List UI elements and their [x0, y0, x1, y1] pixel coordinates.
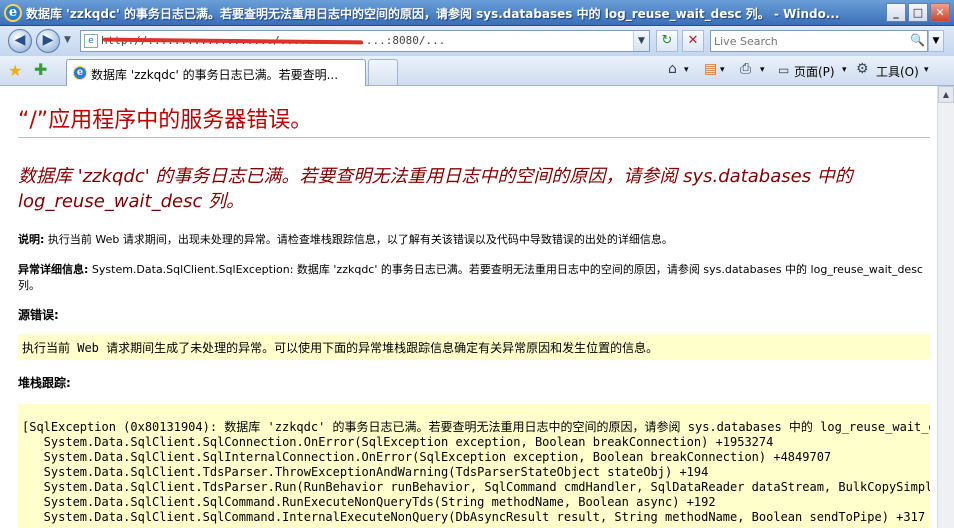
source-error-text: 执行当前 Web 请求期间生成了未处理的异常。可以使用下面的异常堆栈跟踪信息确定…: [22, 341, 659, 355]
title-divider: [18, 137, 930, 138]
close-window-button[interactable]: ✕: [930, 3, 950, 22]
stack-trace-label: 堆栈跟踪:: [18, 376, 71, 390]
forward-button[interactable]: ▶: [36, 29, 60, 53]
feeds-dropdown[interactable]: ▾: [720, 65, 725, 75]
window-titlebar: e 数据库 'zzkqdc' 的事务日志已满。若要查明无法重用日志中的空间的原因…: [0, 0, 954, 26]
window-controls: _ □ ✕: [886, 3, 950, 22]
print-dropdown[interactable]: ▾: [760, 65, 765, 75]
search-provider-dropdown[interactable]: ▼: [928, 30, 944, 52]
page-menu[interactable]: 页面(P): [794, 63, 835, 80]
navigation-bar: ◀ ▶ ▼ e http://.................../.....…: [0, 26, 954, 56]
description-paragraph: 说明: 执行当前 Web 请求期间，出现未处理的异常。请检查堆栈跟踪信息，以了解…: [18, 232, 923, 248]
page-content: “/”应用程序中的服务器错误。 数据库 'zzkqdc' 的事务日志已满。若要查…: [0, 86, 954, 528]
tools-menu-dropdown[interactable]: ▾: [924, 65, 929, 75]
history-dropdown[interactable]: ▼: [64, 35, 71, 45]
stop-button[interactable]: ✕: [682, 30, 704, 52]
address-field[interactable]: e http://.................../...........…: [80, 30, 650, 52]
stack-trace-box: [SqlException (0x80131904): 数据库 'zzkqdc'…: [18, 404, 930, 528]
stack-trace-line: System.Data.SqlClient.SqlConnection.OnEr…: [43, 435, 774, 449]
page-menu-dropdown[interactable]: ▾: [842, 65, 847, 75]
error-page: “/”应用程序中的服务器错误。 数据库 'zzkqdc' 的事务日志已满。若要查…: [8, 86, 934, 528]
stack-trace-text: [SqlException (0x80131904): 数据库 'zzkqdc'…: [22, 420, 930, 525]
window-title: 数据库 'zzkqdc' 的事务日志已满。若要查明无法重用日志中的空间的原因，请…: [26, 7, 840, 21]
page-icon: e: [84, 34, 98, 48]
command-bar: ★ ✚ e 数据库 'zzkqdc' 的事务日志已满。若要查明... ⌂ ▾ ▤…: [0, 56, 954, 86]
refresh-button[interactable]: ↻: [656, 30, 678, 52]
stack-trace-line: System.Data.SqlClient.SqlCommand.RunExec…: [43, 495, 716, 509]
minimize-button[interactable]: _: [886, 3, 906, 22]
exception-label: 异常详细信息:: [18, 263, 89, 276]
description-label: 说明:: [18, 233, 45, 246]
stack-trace-line: System.Data.SqlClient.SqlInternalConnect…: [43, 450, 832, 464]
maximize-button[interactable]: □: [908, 3, 928, 22]
address-dropdown[interactable]: ▼: [633, 31, 649, 51]
tab-page-icon: e: [73, 66, 87, 80]
home-dropdown[interactable]: ▾: [684, 65, 689, 75]
search-icon[interactable]: 🔍: [910, 33, 925, 47]
new-tab-button[interactable]: [368, 59, 398, 85]
gear-icon: ⚙: [856, 61, 869, 77]
scroll-up-icon[interactable]: ▲: [938, 86, 954, 103]
home-icon[interactable]: ⌂: [668, 61, 677, 77]
page-title: “/”应用程序中的服务器错误。: [18, 108, 313, 133]
exception-text: System.Data.SqlClient.SqlException: 数据库 …: [18, 263, 923, 292]
stack-trace-line: System.Data.SqlClient.TdsParser.ThrowExc…: [43, 465, 709, 479]
tab-label[interactable]: 数据库 'zzkqdc' 的事务日志已满。若要查明...: [91, 66, 361, 83]
tools-menu[interactable]: 工具(O): [876, 63, 919, 80]
favorites-star-icon[interactable]: ★: [8, 61, 22, 80]
print-icon[interactable]: ⎙: [740, 61, 751, 77]
source-error-box: 执行当前 Web 请求期间生成了未处理的异常。可以使用下面的异常堆栈跟踪信息确定…: [18, 334, 930, 360]
tab-active[interactable]: e 数据库 'zzkqdc' 的事务日志已满。若要查明...: [66, 59, 366, 86]
search-box[interactable]: 🔍: [710, 30, 928, 52]
page-menu-icon: ▭: [778, 63, 790, 77]
error-heading: 数据库 'zzkqdc' 的事务日志已满。若要查明无法重用日志中的空间的原因，请…: [18, 166, 853, 213]
source-error-label: 源错误:: [18, 308, 59, 322]
description-text: 执行当前 Web 请求期间，出现未处理的异常。请检查堆栈跟踪信息，以了解有关该错…: [44, 233, 673, 246]
add-favorites-icon[interactable]: ✚: [34, 60, 47, 79]
back-button[interactable]: ◀: [8, 29, 32, 53]
ie-logo-icon: e: [4, 4, 22, 22]
vertical-scrollbar[interactable]: ▲: [937, 86, 954, 528]
stack-trace-line: [SqlException (0x80131904): 数据库 'zzkqdc'…: [22, 420, 930, 434]
feeds-icon[interactable]: ▤: [704, 61, 717, 77]
search-input[interactable]: [714, 32, 904, 50]
exception-paragraph: 异常详细信息: System.Data.SqlClient.SqlExcepti…: [18, 262, 923, 294]
stack-trace-line: System.Data.SqlClient.TdsParser.Run(RunB…: [43, 480, 930, 494]
stack-trace-line: System.Data.SqlClient.SqlCommand.Interna…: [43, 510, 926, 524]
